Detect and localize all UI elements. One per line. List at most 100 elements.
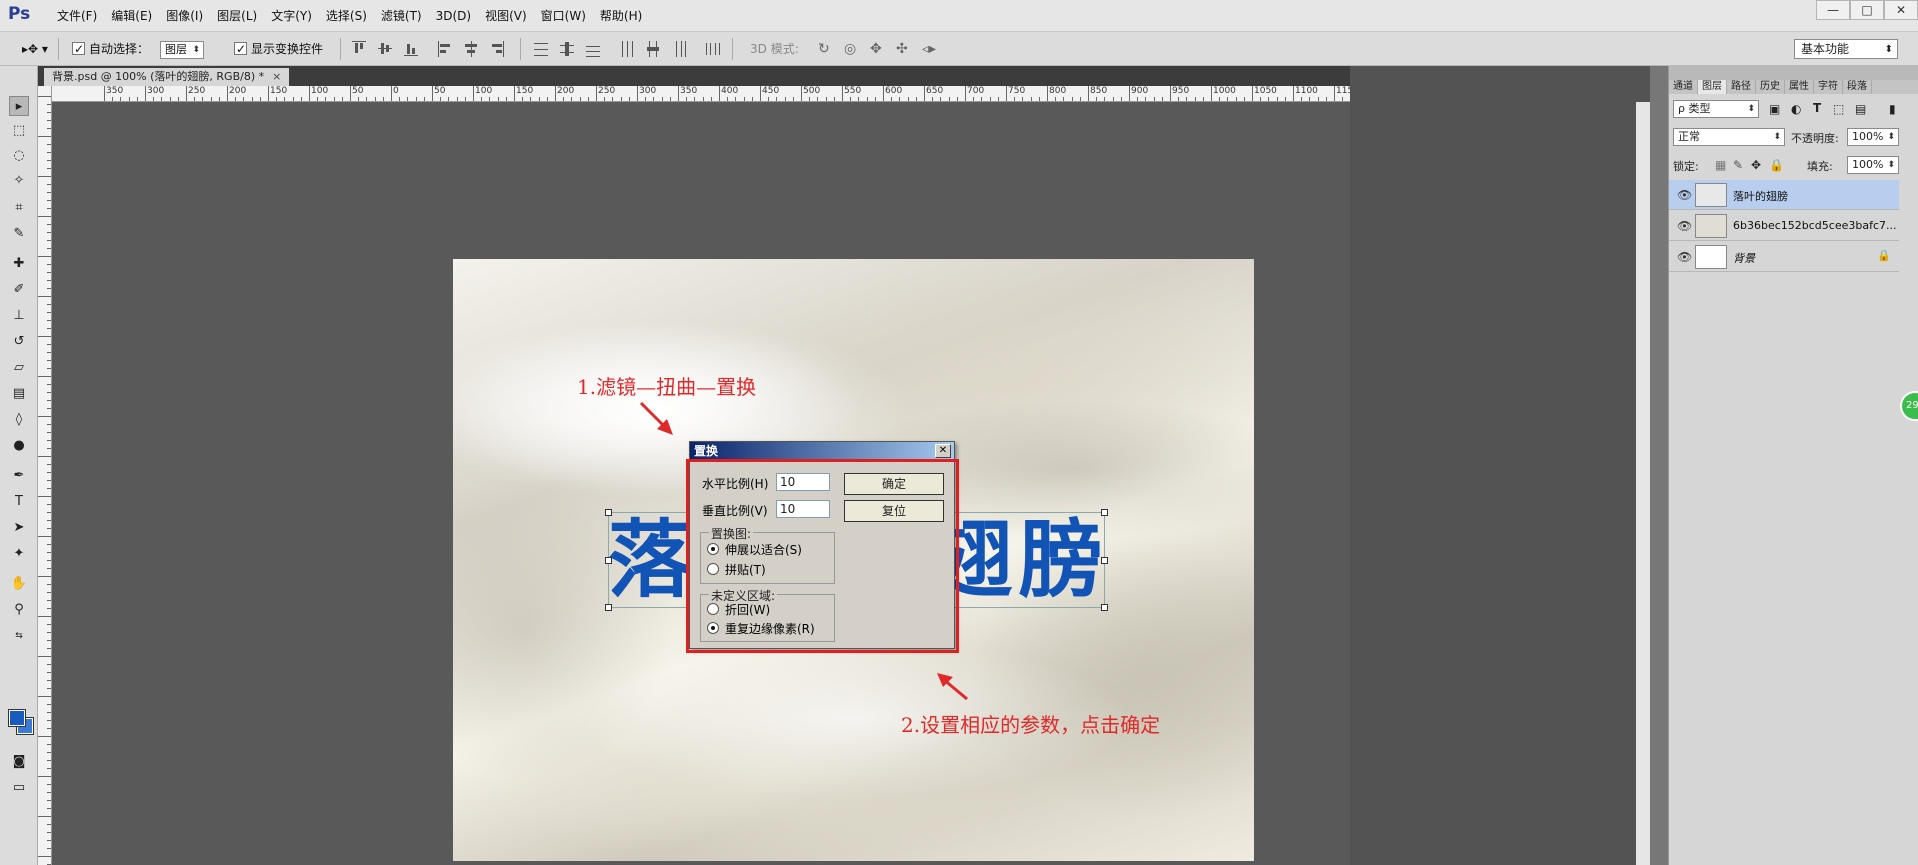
tab-layers[interactable]: 图层 bbox=[1698, 80, 1727, 94]
clone-stamp-tool-icon[interactable]: ⊥ bbox=[9, 306, 29, 326]
pen-tool-icon[interactable]: ✒ bbox=[9, 466, 29, 486]
gradient-tool-icon[interactable]: ▤ bbox=[9, 384, 29, 404]
vertical-scrollbar[interactable] bbox=[1636, 102, 1650, 865]
transform-handle[interactable] bbox=[1101, 557, 1108, 564]
minimize-button[interactable]: — bbox=[1816, 0, 1850, 20]
menu-image[interactable]: 图像(I) bbox=[159, 0, 210, 32]
menu-type[interactable]: 文字(Y) bbox=[264, 0, 319, 32]
distribute-right-icon[interactable] bbox=[672, 41, 686, 57]
align-bottom-icon[interactable] bbox=[404, 41, 418, 57]
blend-mode-dropdown[interactable]: 正常 bbox=[1673, 128, 1785, 146]
eyedropper-tool-icon[interactable]: ✎ bbox=[9, 224, 29, 244]
shape-tool-icon[interactable]: ✦ bbox=[9, 544, 29, 564]
align-hcenter-icon[interactable] bbox=[464, 41, 478, 57]
distribute-top-icon[interactable] bbox=[534, 41, 548, 57]
quick-mask-icon[interactable]: ◙ bbox=[9, 752, 29, 772]
transform-handle[interactable] bbox=[605, 509, 612, 516]
auto-select-dropdown[interactable]: 图层 bbox=[160, 41, 204, 59]
type-tool-icon[interactable]: T bbox=[9, 492, 29, 512]
align-left-icon[interactable] bbox=[438, 41, 452, 57]
screen-mode-icon[interactable]: ▭ bbox=[9, 778, 29, 798]
foreground-color-swatch[interactable] bbox=[8, 709, 26, 727]
move-tool-preset-icon[interactable]: ▸✥ ▾ bbox=[22, 40, 48, 58]
lock-transparency-icon[interactable]: ▦ bbox=[1715, 158, 1726, 172]
layer-row[interactable]: 👁 背景 🔒 bbox=[1669, 242, 1899, 272]
menu-file[interactable]: 文件(F) bbox=[50, 0, 104, 32]
filter-type-icon[interactable]: T bbox=[1813, 101, 1821, 115]
transform-handle[interactable] bbox=[1101, 509, 1108, 516]
menu-3d[interactable]: 3D(D) bbox=[429, 0, 478, 32]
menu-select[interactable]: 选择(S) bbox=[319, 0, 374, 32]
3d-pan-icon[interactable]: ✥ bbox=[870, 40, 882, 58]
marquee-tool-icon[interactable]: ⬚ bbox=[9, 121, 29, 141]
tab-character[interactable]: 字符 bbox=[1814, 80, 1843, 94]
menu-view[interactable]: 视图(V) bbox=[478, 0, 534, 32]
layer-filter-dropdown[interactable]: ρ 类型 bbox=[1673, 100, 1759, 118]
move-tool-icon[interactable]: ▸ bbox=[9, 96, 29, 116]
3d-rotate-icon[interactable]: ↻ bbox=[818, 40, 830, 58]
vertical-ruler[interactable] bbox=[38, 86, 52, 865]
menu-layer[interactable]: 图层(L) bbox=[210, 0, 264, 32]
3d-slide-icon[interactable]: ✣ bbox=[896, 40, 908, 58]
distribute-bottom-icon[interactable] bbox=[586, 41, 600, 57]
healing-brush-tool-icon[interactable]: ✚ bbox=[9, 254, 29, 274]
3d-roll-icon[interactable]: ◎ bbox=[844, 40, 856, 58]
zoom-tool-icon[interactable]: ⚲ bbox=[9, 600, 29, 620]
brush-tool-icon[interactable]: ✐ bbox=[9, 280, 29, 300]
distribute-left-icon[interactable] bbox=[620, 41, 634, 57]
workspace-dropdown[interactable]: 基本功能 bbox=[1794, 39, 1898, 59]
tab-paths[interactable]: 路径 bbox=[1727, 80, 1756, 94]
crop-tool-icon[interactable]: ⌗ bbox=[9, 198, 29, 218]
blur-tool-icon[interactable]: ◊ bbox=[9, 410, 29, 430]
hand-tool-icon[interactable]: ✋ bbox=[9, 574, 29, 594]
lasso-tool-icon[interactable]: ◌ bbox=[9, 146, 29, 166]
lock-pixels-icon[interactable]: ✎ bbox=[1733, 158, 1743, 172]
maximize-button[interactable]: □ bbox=[1850, 0, 1884, 20]
visibility-eye-icon[interactable]: 👁 bbox=[1677, 250, 1692, 264]
lock-all-icon[interactable]: 🔒 bbox=[1769, 158, 1784, 172]
align-right-icon[interactable] bbox=[490, 41, 504, 57]
transform-handle[interactable] bbox=[605, 604, 612, 611]
filter-pixel-icon[interactable]: ▣ bbox=[1769, 102, 1780, 116]
tab-history[interactable]: 历史 bbox=[1756, 80, 1785, 94]
auto-select-checkbox[interactable] bbox=[72, 40, 85, 58]
menu-help[interactable]: 帮助(H) bbox=[593, 0, 649, 32]
dialog-close-icon[interactable]: ✕ bbox=[935, 444, 951, 458]
swap-colors-icon[interactable]: ⇆ bbox=[9, 626, 29, 646]
history-brush-tool-icon[interactable]: ↺ bbox=[9, 332, 29, 352]
distribute-vcenter-icon[interactable] bbox=[560, 41, 574, 57]
align-vcenter-icon[interactable] bbox=[378, 41, 392, 57]
opacity-input[interactable]: 100% bbox=[1847, 128, 1899, 146]
layer-row[interactable]: 👁 6b36bec152bcd5cee3bafc7... bbox=[1669, 211, 1899, 241]
quick-select-tool-icon[interactable]: ✧ bbox=[9, 171, 29, 191]
align-top-icon[interactable] bbox=[352, 41, 366, 57]
document-tab[interactable]: 背景.psd @ 100% (落叶的翅膀, RGB/8) * × bbox=[44, 68, 290, 86]
tab-properties[interactable]: 属性 bbox=[1785, 80, 1814, 94]
visibility-eye-icon[interactable]: 👁 bbox=[1677, 219, 1692, 233]
filter-toggle-icon[interactable]: ▮ bbox=[1889, 102, 1896, 116]
menu-edit[interactable]: 编辑(E) bbox=[104, 0, 159, 32]
menu-filter[interactable]: 滤镜(T) bbox=[374, 0, 429, 32]
horizontal-ruler[interactable]: 350 300 250 200 150 100 50 0 50 100 150 200 250 300 35… bbox=[52, 86, 1350, 102]
tab-channels[interactable]: 通道 bbox=[1669, 80, 1698, 94]
filter-adjust-icon[interactable]: ◐ bbox=[1791, 102, 1801, 116]
visibility-eye-icon[interactable]: 👁 bbox=[1677, 188, 1692, 202]
layer-row[interactable]: 👁 落叶的翅膀 bbox=[1669, 180, 1899, 210]
path-select-tool-icon[interactable]: ➤ bbox=[9, 518, 29, 538]
distribute-hcenter-icon[interactable] bbox=[646, 41, 660, 57]
lock-position-icon[interactable]: ✥ bbox=[1751, 158, 1761, 172]
3d-scale-icon[interactable]: ◃▸ bbox=[922, 40, 936, 58]
document-tab-close-icon[interactable]: × bbox=[272, 70, 281, 83]
tab-paragraph[interactable]: 段落 bbox=[1843, 80, 1872, 94]
dodge-tool-icon[interactable]: ● bbox=[9, 436, 29, 456]
eraser-tool-icon[interactable]: ▱ bbox=[9, 358, 29, 378]
transform-handle[interactable] bbox=[605, 557, 612, 564]
transform-handle[interactable] bbox=[1101, 604, 1108, 611]
filter-smart-object-icon[interactable]: ▤ bbox=[1855, 102, 1866, 116]
show-transform-checkbox[interactable] bbox=[234, 40, 247, 58]
auto-align-icon[interactable] bbox=[706, 41, 720, 57]
close-window-button[interactable]: ✕ bbox=[1884, 0, 1918, 20]
filter-shape-icon[interactable]: ⬚ bbox=[1833, 102, 1844, 116]
fill-input[interactable]: 100% bbox=[1847, 156, 1899, 174]
menu-window[interactable]: 窗口(W) bbox=[534, 0, 593, 32]
